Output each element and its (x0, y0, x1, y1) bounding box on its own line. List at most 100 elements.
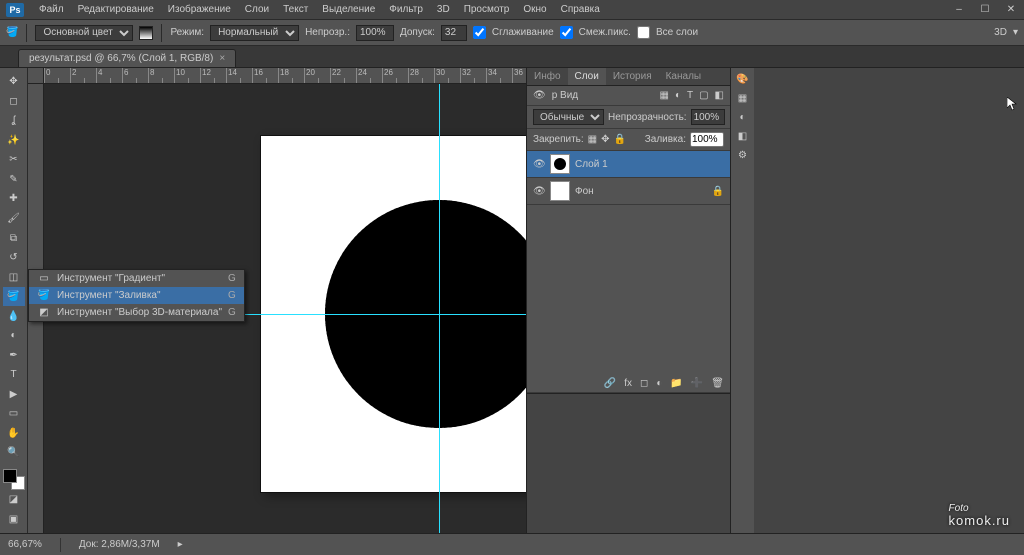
panel-tab-1[interactable]: Слои (568, 68, 606, 85)
menu-bar: Ps ФайлРедактированиеИзображениеСлоиТекс… (0, 0, 1024, 20)
fill-input[interactable] (690, 132, 724, 147)
all-layers-label: Все слои (656, 27, 698, 38)
maximize-button[interactable]: ☐ (972, 0, 998, 18)
workspace-switcher-icon[interactable]: ▾ (1013, 27, 1018, 38)
layer-mask-icon[interactable]: ◻ (640, 378, 648, 389)
document-size[interactable]: Док: 2,86M/3,37M (79, 539, 160, 550)
filter-type-icon[interactable]: T (687, 90, 693, 101)
healing-brush-tool[interactable]: ✚ (3, 189, 25, 209)
flyout-item-1[interactable]: 🪣Инструмент "Заливка"G (29, 287, 244, 304)
dodge-tool[interactable]: ◐ (3, 326, 25, 346)
close-button[interactable]: ✕ (998, 0, 1024, 18)
tab-close-icon[interactable]: × (219, 53, 225, 64)
menu-item-7[interactable]: 3D (430, 4, 457, 15)
screen-mode-toggle[interactable]: ▣ (3, 510, 25, 530)
menu-item-4[interactable]: Текст (276, 4, 315, 15)
visibility-icon[interactable]: 👁 (533, 186, 545, 197)
contiguous-checkbox[interactable] (560, 26, 573, 39)
panel-tab-3[interactable]: Каналы (659, 68, 709, 85)
history-brush-tool[interactable]: ↺ (3, 248, 25, 268)
link-layers-icon[interactable]: 🔗 (604, 378, 616, 389)
flyout-item-2[interactable]: ◩Инструмент "Выбор 3D-материала"G (29, 304, 244, 321)
ruler-tick: 16 (252, 68, 278, 83)
menu-item-10[interactable]: Справка (554, 4, 607, 15)
ruler-tick: 22 (330, 68, 356, 83)
pen-tool[interactable]: ✒ (3, 345, 25, 365)
eraser-tool[interactable]: ◫ (3, 267, 25, 287)
filter-adjust-icon[interactable]: ◐ (675, 90, 681, 101)
lock-pixels-icon[interactable]: ▦ (588, 134, 597, 145)
menu-item-1[interactable]: Редактирование (71, 4, 161, 15)
styles-panel-icon[interactable]: ◧ (738, 131, 747, 142)
delete-layer-icon[interactable]: 🗑 (711, 378, 724, 389)
filter-pixel-icon[interactable]: ▦ (659, 90, 668, 101)
layer-name[interactable]: Фон (575, 186, 594, 197)
brush-tool[interactable]: 🖌 (3, 209, 25, 229)
blur-tool[interactable]: 💧 (3, 306, 25, 326)
minimize-button[interactable]: – (946, 0, 972, 18)
menu-item-5[interactable]: Выделение (315, 4, 382, 15)
flyout-item-label: Инструмент "Выбор 3D-материала" (57, 307, 222, 318)
menu-item-9[interactable]: Окно (516, 4, 553, 15)
color-swatches[interactable] (3, 469, 25, 490)
move-tool[interactable]: ✥ (3, 72, 25, 92)
menu-item-3[interactable]: Слои (238, 4, 276, 15)
layer-thumbnail[interactable] (550, 154, 570, 174)
opacity-input[interactable] (356, 25, 394, 41)
layer-row[interactable]: 👁 Слой 1 (527, 151, 730, 178)
layer-group-icon[interactable]: 📁 (670, 378, 682, 389)
shape-tool[interactable]: ▭ (3, 404, 25, 424)
quick-mask-toggle[interactable]: ◪ (3, 490, 25, 510)
zoom-level[interactable]: 66,67% (8, 539, 42, 550)
adjustment-layer-icon[interactable]: ◐ (656, 378, 662, 389)
clone-stamp-tool[interactable]: ⧉ (3, 228, 25, 248)
type-tool[interactable]: T (3, 365, 25, 385)
zoom-tool[interactable]: 🔍 (3, 443, 25, 463)
lasso-tool[interactable]: ʆ (3, 111, 25, 131)
eyedropper-tool[interactable]: ✎ (3, 170, 25, 190)
lock-all-icon[interactable]: 🔒 (614, 134, 626, 145)
adjustments-panel-icon[interactable]: ◐ (739, 112, 745, 123)
guide-vertical[interactable] (439, 84, 440, 533)
document-tab[interactable]: результат.psd @ 66,7% (Слой 1, RGB/8) × (18, 49, 236, 67)
filter-shape-icon[interactable]: ▢ (699, 90, 708, 101)
magic-wand-tool[interactable]: ✨ (3, 131, 25, 151)
swatches-panel-icon[interactable]: ▦ (738, 93, 747, 104)
tolerance-input[interactable] (441, 25, 467, 41)
layer-opacity-input[interactable] (691, 109, 725, 125)
menu-item-2[interactable]: Изображение (161, 4, 238, 15)
menu-item-6[interactable]: Фильтр (382, 4, 430, 15)
flyout-item-0[interactable]: ▭Инструмент "Градиент"G (29, 270, 244, 287)
new-layer-icon[interactable]: ➕ (691, 378, 703, 389)
color-panel-icon[interactable]: 🎨 (736, 74, 748, 85)
blend-mode-select[interactable]: Нормальный (210, 25, 299, 41)
panel-tab-2[interactable]: История (606, 68, 659, 85)
flyout-item-shortcut: G (228, 290, 236, 301)
path-select-tool[interactable]: ▶ (3, 385, 25, 405)
lock-position-icon[interactable]: ✥ (601, 134, 609, 145)
panel-tab-0[interactable]: Инфо (527, 68, 568, 85)
workspace-label[interactable]: 3D (994, 27, 1007, 38)
menu-item-8[interactable]: Просмотр (457, 4, 517, 15)
bucket-tool[interactable]: 🪣 (3, 287, 25, 307)
properties-panel-icon[interactable]: ⚙ (738, 150, 747, 161)
fill-source-select[interactable]: Основной цвет (35, 25, 133, 41)
marquee-tool[interactable]: ◻ (3, 92, 25, 112)
ruler-tick: 18 (278, 68, 304, 83)
visibility-icon[interactable]: 👁 (533, 159, 545, 170)
crop-tool[interactable]: ✂ (3, 150, 25, 170)
bucket-icon: 🪣 (6, 27, 18, 38)
hand-tool[interactable]: ✋ (3, 424, 25, 444)
filter-smart-icon[interactable]: ◧ (715, 90, 724, 101)
layer-name[interactable]: Слой 1 (575, 159, 608, 170)
all-layers-checkbox[interactable] (637, 26, 650, 39)
status-arrow-icon[interactable]: ▸ (178, 539, 183, 550)
layer-blend-mode-select[interactable]: Обычные (533, 109, 604, 125)
antialias-checkbox[interactable] (473, 26, 486, 39)
fg-color-swatch[interactable] (3, 469, 17, 483)
menu-item-0[interactable]: Файл (32, 4, 71, 15)
layer-row[interactable]: 👁Фон🔒 (527, 178, 730, 205)
layer-thumbnail[interactable] (550, 181, 570, 201)
layer-fx-icon[interactable]: fx (624, 378, 632, 389)
fill-color-swatch[interactable] (139, 26, 153, 40)
